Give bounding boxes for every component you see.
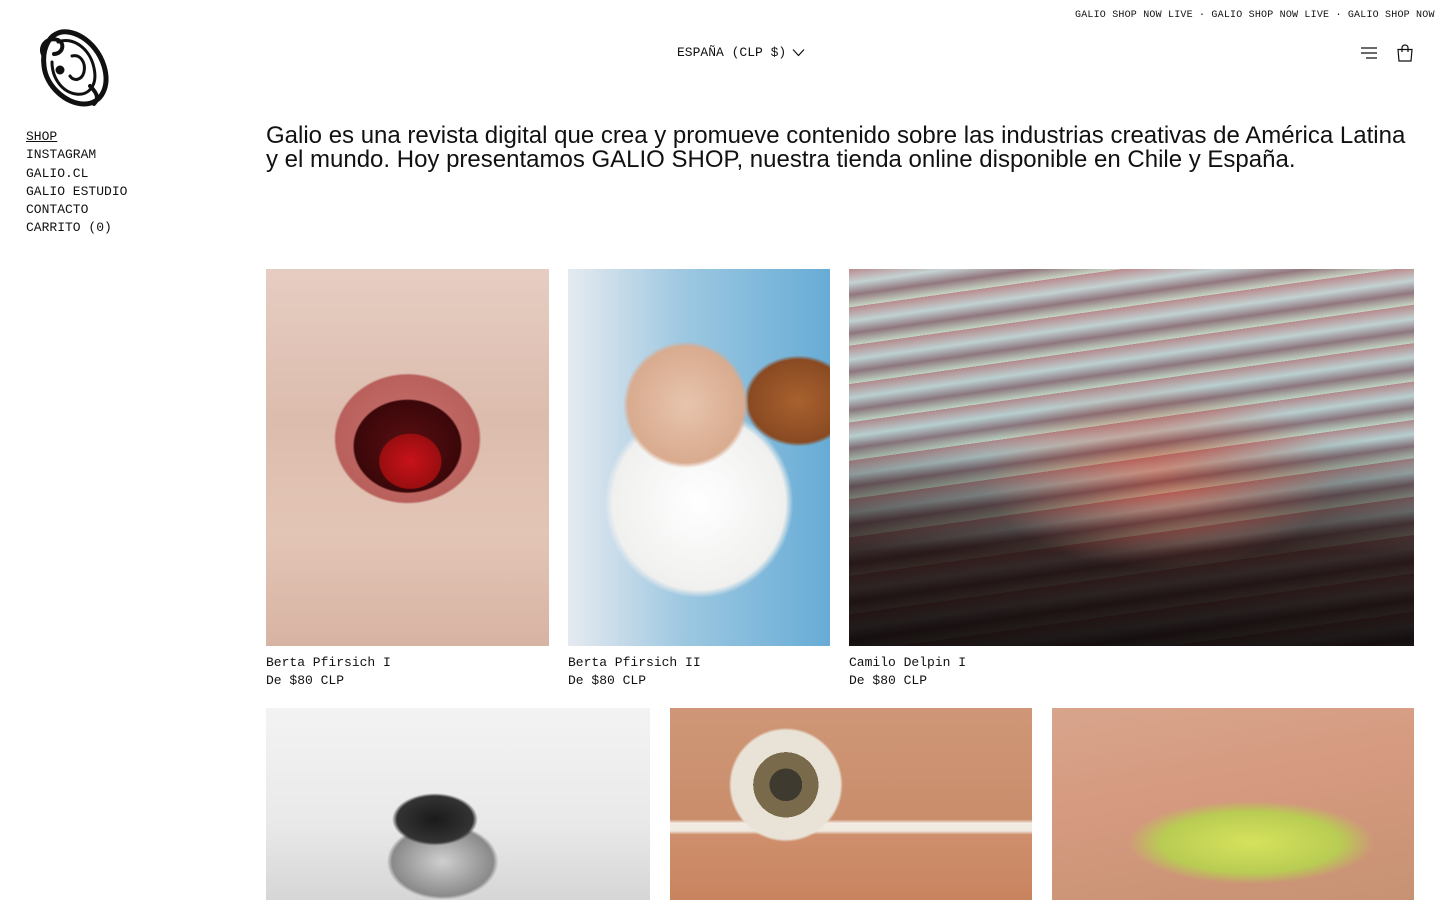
product-image[interactable]: [266, 269, 549, 646]
announcement-marquee: GALIO SHOP NOW LIVE · GALIO SHOP NOW LIV…: [1075, 10, 1440, 21]
sidebar-item-galio-cl[interactable]: GALIO.CL: [26, 165, 127, 183]
product-title[interactable]: Camilo Delpin I: [849, 654, 1414, 672]
intro-text: Galio es una revista digital que crea y …: [266, 122, 1406, 173]
sidebar-item-instagram[interactable]: INSTAGRAM: [26, 146, 127, 164]
sidebar-item-galio-estudio[interactable]: GALIO ESTUDIO: [26, 183, 127, 201]
locale-label: ESPAÑA (CLP $): [677, 45, 787, 60]
locale-selector[interactable]: ESPAÑA (CLP $): [677, 45, 805, 60]
product-title[interactable]: Berta Pfirsich II: [568, 654, 830, 672]
sidebar-nav: SHOP INSTAGRAM GALIO.CL GALIO ESTUDIO CO…: [26, 128, 127, 238]
product-image[interactable]: [849, 269, 1414, 646]
sidebar-item-contacto[interactable]: CONTACTO: [26, 201, 127, 219]
announcement-text: GALIO SHOP NOW LIVE · GALIO SHOP NOW LIV…: [1075, 10, 1440, 21]
product-title[interactable]: Berta Pfirsich I: [266, 654, 549, 672]
product-card[interactable]: [1052, 708, 1414, 900]
chevron-down-icon: [792, 49, 805, 57]
product-image[interactable]: [568, 269, 830, 646]
product-price: De $80 CLP: [849, 673, 928, 688]
product-image[interactable]: [670, 708, 1032, 900]
product-card[interactable]: Berta Pfirsich II De $80 CLP: [568, 269, 830, 690]
product-price: De $80 CLP: [266, 673, 345, 688]
product-image[interactable]: [266, 708, 650, 900]
sidebar-item-shop[interactable]: SHOP: [26, 128, 127, 146]
galio-logo[interactable]: [36, 26, 112, 108]
menu-icon[interactable]: [1360, 44, 1378, 62]
product-card[interactable]: [266, 708, 650, 900]
product-card[interactable]: Berta Pfirsich I De $80 CLP: [266, 269, 549, 690]
sidebar-item-carrito[interactable]: CARRITO (0): [26, 219, 127, 237]
bag-icon[interactable]: [1396, 44, 1414, 62]
product-card[interactable]: Camilo Delpin I De $80 CLP: [849, 269, 1414, 690]
product-image[interactable]: [1052, 708, 1414, 900]
product-price: De $80 CLP: [568, 673, 647, 688]
product-card[interactable]: [670, 708, 1032, 900]
